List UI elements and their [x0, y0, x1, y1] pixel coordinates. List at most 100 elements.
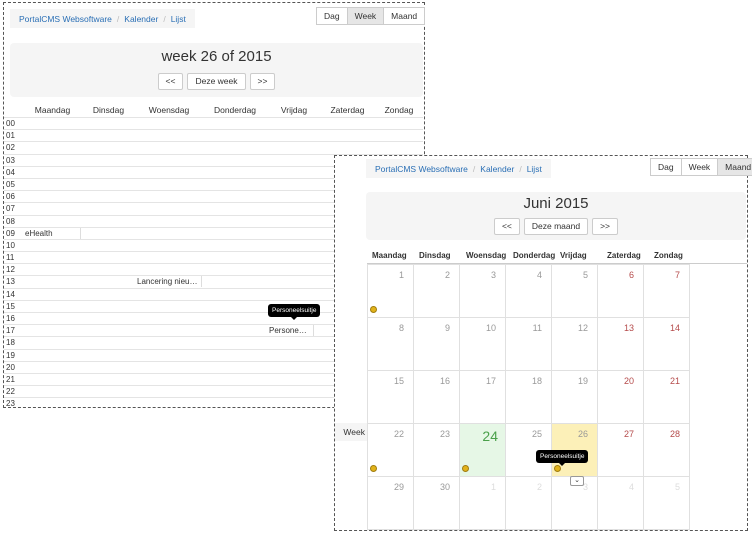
hour-label: 00 — [6, 119, 15, 128]
day-number: 3 — [490, 270, 496, 280]
next-week-button[interactable]: >> — [249, 73, 276, 90]
week-side-label[interactable]: Week — [335, 423, 367, 441]
view-maand-button[interactable]: Maand — [717, 158, 752, 176]
day-number: 8 — [398, 323, 404, 333]
day-header-maandag: Maandag — [34, 105, 71, 115]
month-day-cell[interactable]: 30 — [413, 476, 460, 530]
month-day-cell[interactable]: 1 — [459, 476, 506, 530]
calendar-header: Juni 2015 << Deze maand >> — [366, 192, 746, 240]
hour-label: 21 — [6, 374, 15, 384]
month-day-cell[interactable]: 14 — [643, 317, 690, 371]
day-header-zondag: Zondag — [654, 251, 683, 260]
day-number: 7 — [674, 270, 680, 280]
prev-week-button[interactable]: << — [157, 73, 184, 90]
month-day-cell[interactable]: 19 — [551, 370, 598, 424]
calendar-event[interactable]: Lancering nieu… — [136, 276, 202, 288]
day-header-donderdag: Donderdag — [213, 105, 257, 115]
prev-month-button[interactable]: << — [493, 218, 520, 235]
day-number: 13 — [623, 323, 634, 333]
month-day-cell[interactable]: 2 — [413, 264, 460, 318]
month-week-row: 1 2 3 4 5 6 7 — [367, 264, 747, 318]
calendar-event[interactable]: Persone… — [268, 325, 314, 337]
month-day-cell[interactable]: 23 — [413, 423, 460, 477]
view-dag-button[interactable]: Dag — [650, 158, 682, 176]
month-day-cell[interactable]: 4 — [597, 476, 644, 530]
month-day-cell[interactable]: 6 — [597, 264, 644, 318]
breadcrumb-lijst[interactable]: Lijst — [171, 14, 186, 24]
month-rows: 1 2 3 4 5 6 7 8 9 10 11 12 13 14 15 16 17 18 19 20 21 22 23 24 2… — [367, 264, 747, 530]
month-day-cell[interactable]: 28 — [643, 423, 690, 477]
view-switcher: Dag Week Maand — [650, 158, 752, 176]
hour-label: 19 — [6, 350, 15, 360]
month-day-cell[interactable]: 5 — [551, 264, 598, 318]
chevron-down-icon[interactable]: ⌄ — [570, 476, 584, 486]
month-day-cell[interactable]: 13 — [597, 317, 644, 371]
month-day-cell[interactable]: 27 — [597, 423, 644, 477]
month-day-cell[interactable]: 24 — [459, 423, 506, 477]
month-day-cell[interactable]: 7 — [643, 264, 690, 318]
month-day-cell[interactable]: 1 — [367, 264, 414, 318]
breadcrumb-separator: / — [519, 163, 522, 174]
month-day-cell[interactable]: 15 — [367, 370, 414, 424]
event-dot-icon[interactable] — [370, 306, 377, 313]
week-nav: << Deze week >> — [10, 73, 423, 90]
page-title: week 26 of 2015 — [161, 48, 272, 65]
breadcrumb-lijst[interactable]: Lijst — [527, 164, 542, 174]
hour-label: 18 — [6, 338, 15, 348]
view-dag-button[interactable]: Dag — [316, 7, 348, 25]
breadcrumb: PortalCMS Websoftware / Kalender / Lijst — [366, 159, 551, 178]
month-day-cell[interactable]: 17 — [459, 370, 506, 424]
month-day-cell[interactable]: 29 — [367, 476, 414, 530]
next-month-button[interactable]: >> — [592, 218, 619, 235]
day-header-zaterdag: Zaterdag — [330, 105, 365, 115]
this-week-button[interactable]: Deze week — [187, 73, 246, 90]
month-day-cell[interactable]: 11 — [505, 317, 552, 371]
day-header-maandag: Maandag — [372, 251, 407, 260]
hour-slot[interactable] — [24, 130, 423, 141]
month-week-row: 8 9 10 11 12 13 14 — [367, 317, 747, 371]
breadcrumb-portalcms[interactable]: PortalCMS Websoftware — [375, 164, 468, 174]
day-header-vrijdag: Vrijdag — [280, 105, 308, 115]
month-day-cell[interactable]: 8 — [367, 317, 414, 371]
month-calendar-panel: PortalCMS Websoftware / Kalender / Lijst… — [334, 155, 752, 531]
breadcrumb-kalender[interactable]: Kalender — [124, 14, 158, 24]
month-day-cell[interactable]: 20 — [597, 370, 644, 424]
breadcrumb-kalender[interactable]: Kalender — [480, 164, 514, 174]
event-tooltip: Personeelsuitje — [536, 450, 589, 466]
view-week-button[interactable]: Week — [346, 7, 385, 25]
breadcrumb-portalcms[interactable]: PortalCMS Websoftware — [19, 14, 112, 24]
hour-label: 06 — [6, 192, 15, 202]
event-dot-icon[interactable] — [370, 465, 377, 472]
day-number: 9 — [444, 323, 450, 333]
hour-slot[interactable] — [24, 118, 423, 129]
day-number: 10 — [485, 323, 496, 333]
day-number: 17 — [485, 376, 496, 386]
month-day-cell[interactable]: 2 — [505, 476, 552, 530]
event-dot-icon[interactable] — [462, 465, 469, 472]
month-day-cell[interactable]: 9 — [413, 317, 460, 371]
day-number: 25 — [531, 429, 542, 439]
day-number: 29 — [393, 482, 404, 492]
day-number: 15 — [393, 376, 404, 386]
month-day-cell[interactable]: 22 — [367, 423, 414, 477]
hour-slot[interactable] — [24, 142, 423, 153]
month-nav: << Deze maand >> — [366, 218, 746, 235]
view-maand-button[interactable]: Maand — [383, 7, 426, 25]
day-number: 2 — [444, 270, 450, 280]
month-day-cell[interactable]: 16 — [413, 370, 460, 424]
month-day-cell[interactable]: 4 — [505, 264, 552, 318]
month-day-cell[interactable]: 21 — [643, 370, 690, 424]
month-day-cell[interactable]: 12 — [551, 317, 598, 371]
day-number: 1 — [398, 270, 404, 280]
month-day-cell[interactable]: 18 — [505, 370, 552, 424]
day-header-zondag: Zondag — [384, 105, 414, 115]
month-day-cell[interactable]: 3 — [459, 264, 506, 318]
hour-label: 14 — [6, 289, 15, 299]
calendar-event[interactable]: eHealth — [24, 227, 81, 239]
month-day-cell[interactable]: 10 — [459, 317, 506, 371]
event-dot-icon[interactable] — [554, 465, 561, 472]
view-week-button[interactable]: Week — [680, 158, 719, 176]
hour-label: 15 — [6, 301, 15, 311]
month-day-cell[interactable]: 5 — [643, 476, 690, 530]
this-month-button[interactable]: Deze maand — [523, 218, 589, 235]
